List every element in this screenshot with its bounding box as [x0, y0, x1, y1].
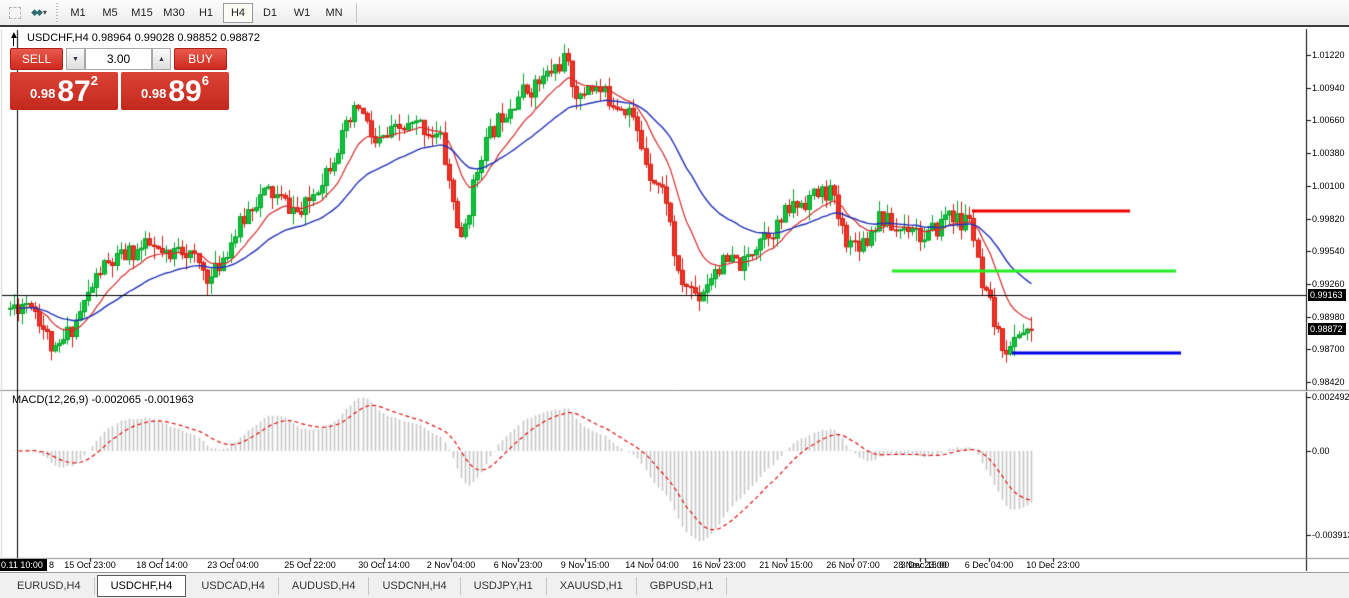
price-tick-label: 1.01220: [1312, 50, 1345, 60]
time-tick-label: 26 Nov 07:00: [826, 560, 880, 570]
volume-increase-button[interactable]: ▲: [152, 48, 171, 70]
chart-window-glyph: [9, 6, 21, 19]
price-highlight-label: 0.99163: [1308, 289, 1346, 302]
sell-price-sup: 2: [90, 73, 98, 88]
buy-price-sup: 6: [201, 73, 209, 88]
buy-price-display[interactable]: 0.98 89 6: [121, 72, 229, 110]
cursor-arrow-stem: [13, 38, 14, 46]
time-tick-label: 16 Nov 23:00: [692, 560, 746, 570]
time-tick-label: 10 Dec 23:00: [1026, 560, 1080, 570]
symbol-tab-usdchf[interactable]: USDCHF,H4: [96, 574, 187, 597]
volume-input[interactable]: 3.00: [85, 48, 152, 70]
symbol-tab-gbpusd[interactable]: GBPUSD,H1: [637, 576, 728, 595]
timeframe-button-h1[interactable]: H1: [191, 3, 221, 23]
volume-decrease-button[interactable]: ▼: [66, 48, 85, 70]
sell-price-display[interactable]: 0.98 87 2: [10, 72, 118, 110]
timeframe-button-group: M1 M5 M15 M30 H1 H4 D1 W1 MN: [62, 2, 350, 23]
price-tick-label: 0.98980: [1312, 311, 1345, 322]
symbol-tab-xauusd[interactable]: XAUUSD,H1: [547, 576, 637, 595]
buy-price-small: 0.98: [141, 86, 167, 101]
price-tick-label: 1.00100: [1312, 180, 1345, 191]
price-tick-label: 0.99540: [1312, 246, 1345, 257]
price-tick-label: 0.98420: [1312, 377, 1345, 387]
macd-tick-label: 0.00: [1312, 446, 1330, 456]
timeframe-button-mn[interactable]: MN: [319, 3, 349, 23]
macd-tick-label: -0.003913: [1312, 530, 1349, 541]
macd-tick-label: 0.002492: [1312, 392, 1349, 403]
timeframe-button-m30[interactable]: M30: [159, 3, 189, 23]
symbol-tab-usdcnh[interactable]: USDCNH,H4: [369, 576, 461, 595]
trade-panel-controls: SELL ▼ 3.00 ▲ BUY: [10, 48, 229, 70]
application-window: ◆◆ ▾ M1 M5 M15 M30 H1 H4 D1 W1 MN ▲ USDCHF,H4 0.9…: [0, 0, 1349, 598]
time-tick-label: 9 Nov 15:00: [560, 560, 610, 570]
time-tick-label: 21 Nov 15:00: [759, 560, 813, 570]
macd-indicator-label: MACD(12,26,9) -0.002065 -0.001963: [12, 394, 194, 406]
symbol-tab-usdjpy[interactable]: USDJPY,H1: [461, 576, 547, 595]
time-tick-label: 3 Dec 15:00: [900, 560, 950, 570]
timeframe-button-m5[interactable]: M5: [95, 3, 125, 23]
price-tick-label: 1.00660: [1312, 115, 1345, 126]
price-tick-label: 0.99820: [1312, 213, 1345, 224]
time-tick-fragment: 8: [49, 560, 55, 570]
symbol-tab-usdcad[interactable]: USDCAD,H4: [188, 576, 279, 595]
buy-button[interactable]: BUY: [174, 48, 227, 70]
timeframe-button-d1[interactable]: D1: [255, 3, 285, 23]
toolbar-end-separator: [356, 2, 357, 23]
time-tick-label: 6 Nov 23:00: [493, 560, 543, 570]
time-tick-label: 25 Oct 22:00: [284, 560, 336, 570]
price-tick-label: 0.99260: [1312, 278, 1345, 289]
toolbar-separator: [56, 2, 58, 23]
timeframe-button-m15[interactable]: M15: [127, 3, 157, 23]
sell-button[interactable]: SELL: [10, 48, 63, 70]
timeframe-button-w1[interactable]: W1: [287, 3, 317, 23]
dropdown-caret-icon: ▾: [42, 8, 47, 17]
time-tick-label: 2 Nov 04:00: [426, 560, 476, 570]
symbol-tab-bar: EURUSD,H4 USDCHF,H4 USDCAD,H4 AUDUSD,H4 USDC…: [0, 572, 1349, 598]
symbols-icon[interactable]: ◆◆ ▾: [30, 4, 48, 22]
symbols-glyph: ◆◆: [31, 7, 43, 17]
trade-panel-prices: 0.98 87 2 0.98 89 6: [10, 72, 229, 110]
timeframe-button-h4[interactable]: H4: [223, 2, 253, 23]
time-tick-label: 23 Oct 04:00: [207, 560, 259, 570]
top-toolbar: ◆◆ ▾ M1 M5 M15 M30 H1 H4 D1 W1 MN: [0, 0, 1349, 27]
time-tick-label: 14 Nov 04:00: [625, 560, 679, 570]
time-tick-label: 6 Dec 04:00: [964, 560, 1014, 570]
time-tick-label: 18 Oct 14:00: [136, 560, 188, 570]
time-tick-label: 15 Oct 23:00: [64, 560, 116, 570]
time-tick-label: 30 Oct 14:00: [358, 560, 410, 570]
sell-price-small: 0.98: [30, 86, 56, 101]
price-tick-label: 1.00380: [1312, 148, 1345, 159]
timeframe-button-m1[interactable]: M1: [63, 3, 93, 23]
buy-price-big: 89: [168, 75, 202, 108]
symbol-tab-audusd[interactable]: AUDUSD,H4: [279, 576, 370, 595]
price-tick-label: 0.98700: [1312, 344, 1345, 355]
one-click-trade-panel: SELL ▼ 3.00 ▲ BUY 0.98 87 2 0.98 89 6: [10, 48, 229, 110]
sell-price-big: 87: [57, 75, 91, 108]
crosshair-time-label: 0.11 10:00: [0, 559, 47, 571]
price-tick-label: 1.00940: [1312, 82, 1345, 93]
symbol-tab-eurusd[interactable]: EURUSD,H4: [4, 576, 95, 595]
price-highlight-label: 0.98872: [1308, 323, 1346, 336]
ohlc-header: USDCHF,H4 0.98964 0.99028 0.98852 0.9887…: [27, 32, 261, 44]
chart-window-icon[interactable]: [6, 4, 24, 22]
